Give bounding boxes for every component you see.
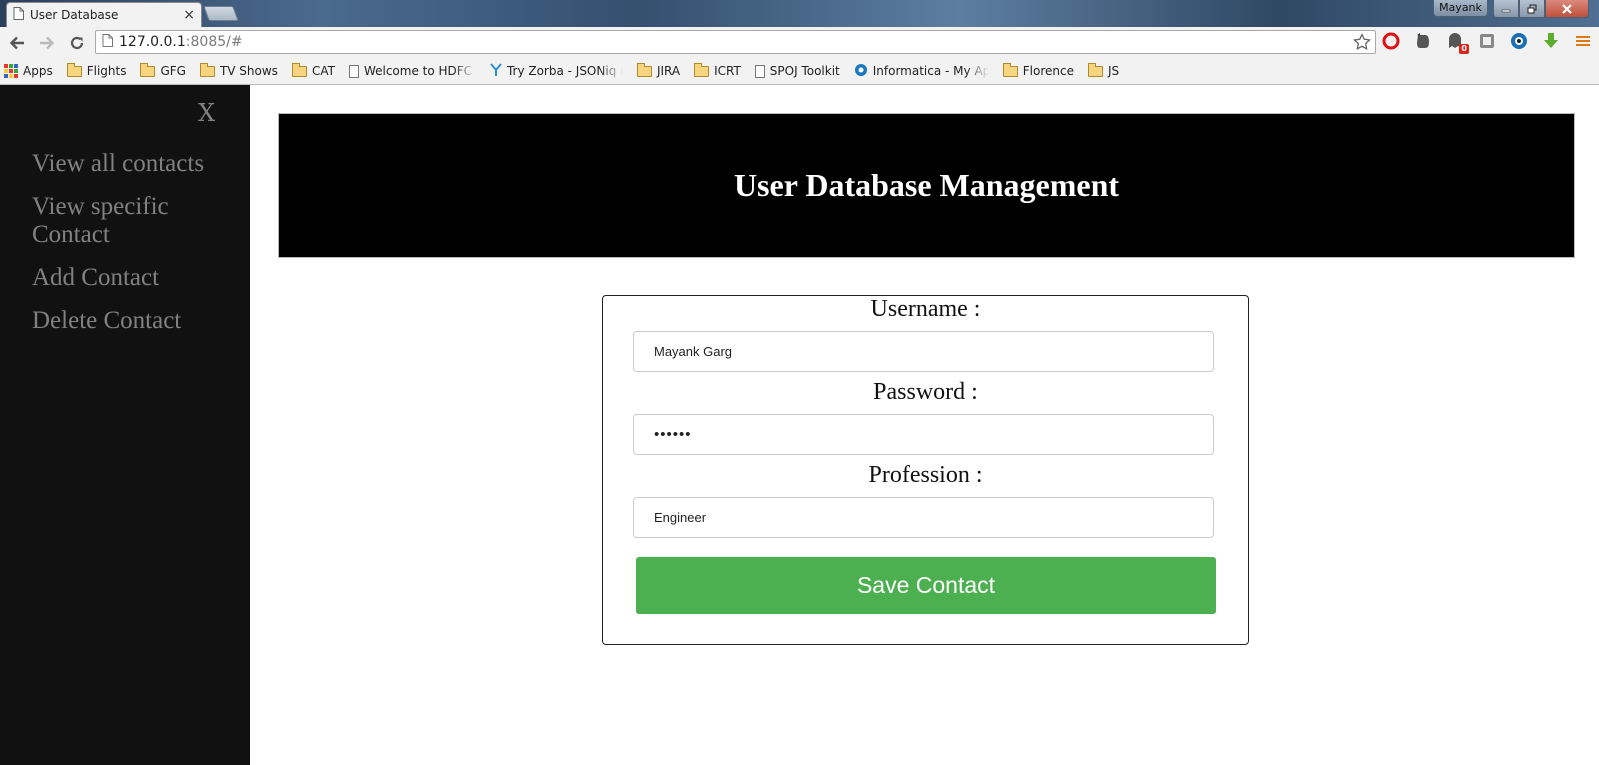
password-field[interactable] xyxy=(633,414,1214,455)
folder-icon xyxy=(1087,62,1103,77)
bookmarks-bar: Apps Flights GFG TV Shows CAT Welcome to… xyxy=(0,58,1599,85)
bookmark-folder-florence[interactable]: Florence xyxy=(1002,62,1074,78)
bookmark-label: CAT xyxy=(311,64,335,78)
browser-tab[interactable]: User Database × xyxy=(6,2,202,27)
tab-title: User Database xyxy=(30,8,119,22)
nav-delete-contact[interactable]: Delete Contact xyxy=(0,300,250,343)
folder-icon xyxy=(291,62,307,77)
browser-tabstrip: User Database × Mayank xyxy=(0,0,1599,27)
bookmark-label: JS xyxy=(1107,64,1120,78)
bookmark-apps[interactable]: Apps xyxy=(4,64,53,78)
bookmark-label: Try Zorba - JSONiq & xyxy=(506,64,623,78)
shield-extension-icon[interactable] xyxy=(1476,30,1498,52)
folder-icon xyxy=(66,62,82,77)
bookmark-label: Welcome to HDFC Ba xyxy=(363,64,476,78)
sidenav-links: View all contacts View specific Contact … xyxy=(0,135,250,343)
page-icon xyxy=(13,7,24,23)
back-icon[interactable] xyxy=(4,30,30,56)
evernote-extension-icon[interactable] xyxy=(1412,30,1434,52)
contact-form: Username : Password : Profession : Save … xyxy=(602,295,1249,645)
window-close-icon[interactable] xyxy=(1545,0,1589,18)
bookmark-label: JIRA xyxy=(656,64,681,78)
bookmark-zorba[interactable]: Try Zorba - JSONiq & xyxy=(490,62,623,80)
tab-close-icon[interactable]: × xyxy=(183,8,195,22)
bookmark-label: Apps xyxy=(23,64,53,78)
folder-icon xyxy=(199,62,215,77)
page-viewport: X View all contacts View specific Contac… xyxy=(0,85,1599,765)
url-path: :8085/# xyxy=(185,34,243,50)
sidenav-close-button[interactable]: X xyxy=(198,99,215,127)
bookmark-label: Florence xyxy=(1022,64,1074,78)
nav-view-specific-contact[interactable]: View specific Contact xyxy=(0,186,250,257)
profile-button[interactable]: Mayank xyxy=(1433,0,1488,17)
page-icon xyxy=(348,64,359,78)
browser-toolbar: 127.0.0.1:8085/# 0 xyxy=(0,27,1599,58)
forward-icon[interactable] xyxy=(34,30,60,56)
page-icon xyxy=(102,34,113,50)
window-controls xyxy=(1493,0,1589,19)
username-label: Username : xyxy=(870,296,981,322)
zorba-icon xyxy=(490,62,502,80)
restore-icon[interactable] xyxy=(1519,0,1545,18)
page-icon xyxy=(754,64,765,78)
bookmark-label: Flights xyxy=(86,64,127,78)
bookmark-label: Informatica - My Appl xyxy=(872,64,989,78)
bookmark-star-icon[interactable] xyxy=(1353,32,1371,54)
bookmark-label: SPOJ Toolkit xyxy=(769,64,840,78)
side-navigation: X View all contacts View specific Contac… xyxy=(0,85,250,765)
bookmark-folder-tv-shows[interactable]: TV Shows xyxy=(199,62,278,78)
profession-field[interactable] xyxy=(633,497,1214,538)
bookmark-hdfc[interactable]: Welcome to HDFC Ba xyxy=(348,64,476,78)
minimize-icon[interactable] xyxy=(1493,0,1519,18)
folder-icon xyxy=(694,62,710,77)
folder-icon xyxy=(140,62,156,77)
address-bar[interactable]: 127.0.0.1:8085/# xyxy=(95,30,1376,54)
nav-add-contact[interactable]: Add Contact xyxy=(0,257,250,300)
bookmark-label: TV Shows xyxy=(219,64,278,78)
profession-label: Profession : xyxy=(868,462,983,488)
page-title: User Database Management xyxy=(733,167,1120,203)
bookmark-informatica[interactable]: Informatica - My Appl xyxy=(854,63,989,80)
reload-icon[interactable] xyxy=(64,30,90,56)
folder-icon xyxy=(636,62,652,77)
folder-icon xyxy=(1002,62,1018,77)
page-header: User Database Management xyxy=(278,113,1575,258)
bookmark-folder-gfg[interactable]: GFG xyxy=(140,62,186,78)
extension-icons: 0 xyxy=(1380,30,1594,54)
menu-icon[interactable] xyxy=(1572,30,1594,52)
url-host: 127.0.0.1 xyxy=(119,34,186,50)
download-extension-icon[interactable] xyxy=(1540,30,1562,52)
username-field[interactable] xyxy=(633,331,1214,372)
opera-extension-icon[interactable] xyxy=(1380,30,1402,52)
ghostery-extension-icon[interactable]: 0 xyxy=(1444,30,1469,54)
bookmark-folder-flights[interactable]: Flights xyxy=(66,62,127,78)
bookmark-folder-jira[interactable]: JIRA xyxy=(636,62,681,78)
bookmark-label: GFG xyxy=(160,64,186,78)
bookmark-folder-js[interactable]: JS xyxy=(1087,62,1120,78)
password-label: Password : xyxy=(873,379,978,405)
bookmark-spoj-toolkit[interactable]: SPOJ Toolkit xyxy=(754,64,840,78)
new-tab-button[interactable] xyxy=(203,6,239,21)
nav-view-all-contacts[interactable]: View all contacts xyxy=(0,143,250,186)
apps-grid-icon xyxy=(4,64,18,78)
bookmark-folder-cat[interactable]: CAT xyxy=(291,62,335,78)
bookmark-folder-icrt[interactable]: ICRT xyxy=(694,62,741,78)
extension-badge: 0 xyxy=(1459,44,1469,54)
eye-extension-icon[interactable] xyxy=(1508,30,1530,52)
save-contact-button[interactable]: Save Contact xyxy=(636,557,1216,614)
bookmark-label: ICRT xyxy=(714,64,741,78)
informatica-icon xyxy=(854,63,868,80)
